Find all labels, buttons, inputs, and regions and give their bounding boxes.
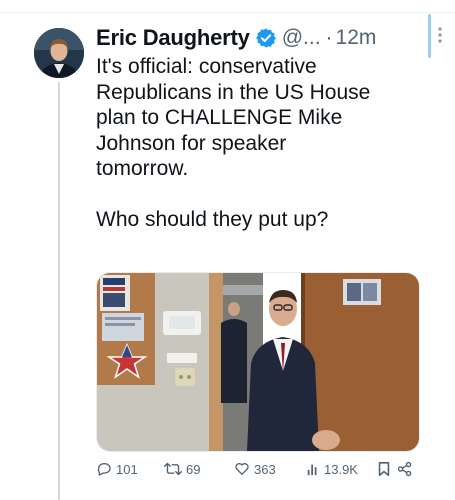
- scrollbar[interactable]: [428, 14, 431, 58]
- tweet-text: It's official: conservative Republicans …: [96, 55, 371, 231]
- reply-icon: [96, 461, 112, 477]
- like-icon: [234, 461, 250, 477]
- like-button[interactable]: 363: [234, 458, 276, 480]
- author-handle[interactable]: @...: [282, 26, 321, 50]
- tweet-image[interactable]: [96, 272, 420, 452]
- like-count: 363: [254, 461, 276, 477]
- share-button[interactable]: [397, 458, 413, 480]
- action-bar: 101 69 363 13.9K: [96, 458, 418, 480]
- bookmark-button[interactable]: [377, 458, 391, 480]
- author-name[interactable]: Eric Daugherty: [96, 25, 250, 51]
- views-icon: [306, 462, 320, 476]
- tweet-header: Eric Daugherty @... · 12m: [96, 22, 442, 54]
- retweet-count: 69: [186, 461, 201, 477]
- timestamp[interactable]: 12m: [336, 26, 377, 50]
- top-divider: [0, 12, 455, 13]
- retweet-button[interactable]: 69: [164, 458, 200, 480]
- avatar[interactable]: [34, 28, 84, 78]
- separator-dot: ·: [325, 26, 333, 49]
- share-icon: [397, 461, 413, 477]
- views-count: 13.9K: [324, 461, 358, 477]
- reply-count: 101: [116, 461, 138, 477]
- views-button[interactable]: 13.9K: [306, 458, 358, 480]
- ellipsis-vertical-icon[interactable]: [437, 26, 443, 49]
- verified-badge-icon: [255, 27, 277, 49]
- reply-button[interactable]: 101: [96, 458, 138, 480]
- retweet-icon: [164, 461, 182, 477]
- bookmark-icon: [377, 461, 391, 477]
- thread-line: [58, 82, 60, 500]
